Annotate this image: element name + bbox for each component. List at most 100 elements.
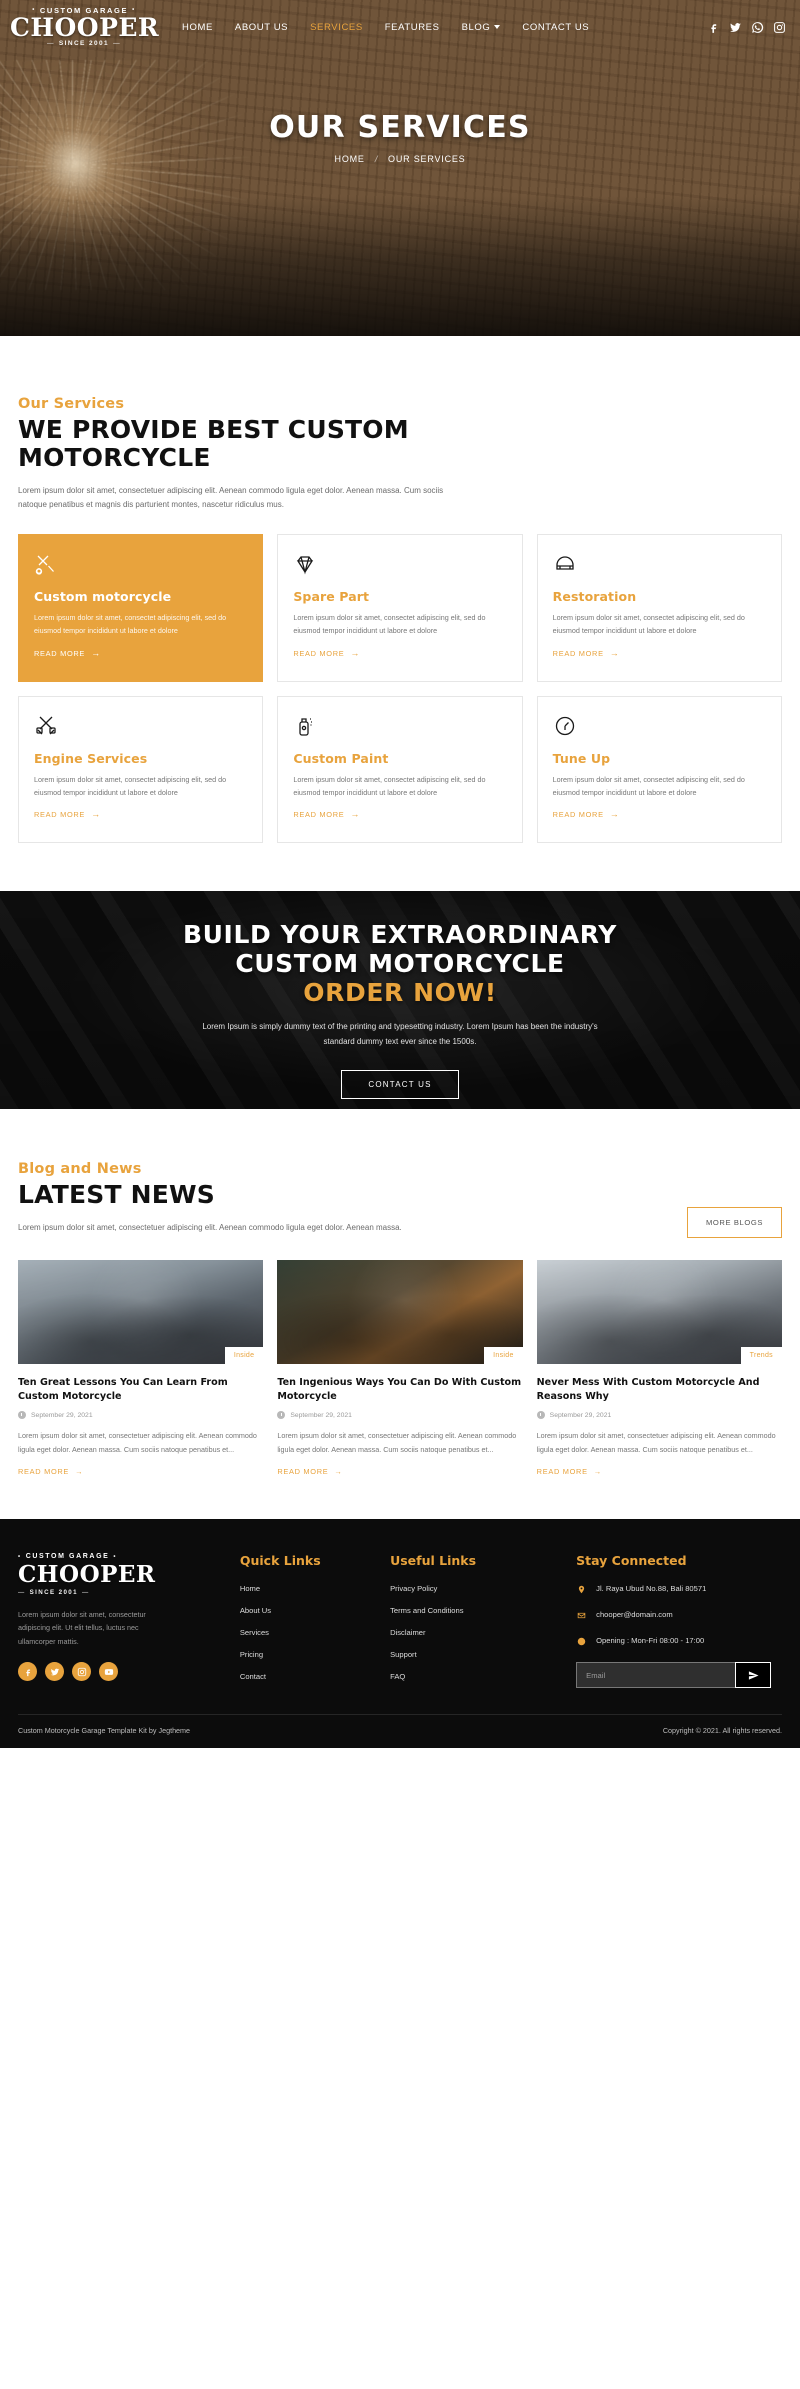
post-date: September 29, 2021 bbox=[549, 1411, 612, 1419]
service-title: Custom Paint bbox=[293, 750, 389, 766]
footer-bottom-bar: Custom Motorcycle Garage Template Kit by… bbox=[18, 1715, 782, 1748]
nav-item-features[interactable]: FEATURES bbox=[385, 22, 440, 33]
footer-copyright-text: Copyright © 2021. All rights reserved. bbox=[662, 1726, 782, 1736]
nav-item-blog[interactable]: BLOG bbox=[462, 22, 501, 33]
service-card-engine-services[interactable]: Engine Services Lorem ipsum dolor sit am… bbox=[18, 695, 264, 844]
footer-link-support[interactable]: Support bbox=[390, 1650, 560, 1659]
more-blogs-button[interactable]: MORE BLOGS bbox=[686, 1207, 782, 1239]
service-card-spare-part[interactable]: Spare Part Lorem ipsum dolor sit amet, c… bbox=[277, 534, 523, 682]
nav-item-home[interactable]: HOME bbox=[182, 22, 213, 33]
youtube-icon[interactable] bbox=[99, 1662, 118, 1682]
read-more-label: READ MORE bbox=[277, 1467, 329, 1477]
service-read-more-link[interactable]: READ MORE → bbox=[34, 648, 101, 658]
services-section: Our Services WE PROVIDE BEST CUSTOM MOTO… bbox=[0, 336, 800, 844]
footer-link-contact[interactable]: Contact bbox=[240, 1672, 374, 1681]
footer-hours-text: Opening : Mon-Fri 08:00 - 17:00 bbox=[596, 1636, 705, 1646]
nav-item-services[interactable]: SERVICES bbox=[310, 22, 363, 33]
footer-social-links bbox=[18, 1662, 224, 1682]
subscribe-submit-button[interactable] bbox=[735, 1662, 772, 1689]
footer-email-text: chooper@domain.com bbox=[596, 1610, 673, 1620]
clock-icon bbox=[277, 1411, 286, 1420]
facebook-icon[interactable] bbox=[707, 21, 720, 34]
post-title[interactable]: Never Mess With Custom Motorcycle And Re… bbox=[537, 1376, 782, 1403]
footer-link-services[interactable]: Services bbox=[240, 1628, 374, 1637]
post-excerpt: Lorem ipsum dolor sit amet, consectetuer… bbox=[277, 1431, 517, 1454]
whatsapp-icon[interactable] bbox=[751, 21, 764, 34]
footer-columns: CUSTOM GARAGE CHOOPER SINCE 2001 Lorem i… bbox=[18, 1553, 782, 1694]
service-text: Lorem ipsum dolor sit amet, consectet ad… bbox=[552, 613, 745, 636]
post-date: September 29, 2021 bbox=[31, 1411, 93, 1419]
footer-link-about-us[interactable]: About Us bbox=[240, 1606, 374, 1615]
service-read-more-link[interactable]: READ MORE → bbox=[34, 810, 101, 820]
footer-link-pricing[interactable]: Pricing bbox=[240, 1650, 374, 1659]
main-navbar: CUSTOM GARAGE CHOOPER SINCE 2001 HOME AB… bbox=[0, 0, 800, 54]
post-thumbnail[interactable]: Inside bbox=[18, 1260, 264, 1365]
hero-content: OUR SERVICES HOME / OUR SERVICES bbox=[0, 54, 800, 164]
footer-link-terms-and-conditions[interactable]: Terms and Conditions bbox=[390, 1606, 560, 1615]
post-title[interactable]: Ten Ingenious Ways You Can Do With Custo… bbox=[277, 1376, 522, 1403]
breadcrumb-current: OUR SERVICES bbox=[388, 154, 466, 164]
post-read-more-link[interactable]: READ MORE → bbox=[18, 1467, 83, 1476]
post-tag[interactable]: Trends bbox=[740, 1347, 782, 1365]
service-read-more-link[interactable]: READ MORE → bbox=[293, 810, 360, 820]
contact-us-button[interactable]: CONTACT US bbox=[341, 1069, 459, 1099]
post-meta: September 29, 2021 bbox=[277, 1411, 522, 1420]
services-eyebrow: Our Services bbox=[18, 396, 125, 412]
instagram-icon[interactable] bbox=[72, 1662, 91, 1682]
service-read-more-link[interactable]: READ MORE → bbox=[552, 810, 620, 820]
read-more-label: READ MORE bbox=[536, 1467, 588, 1477]
post-excerpt: Lorem ipsum dolor sit amet, consectetuer… bbox=[536, 1431, 776, 1454]
breadcrumb-separator: / bbox=[373, 154, 380, 164]
service-card-custom-paint[interactable]: Custom Paint Lorem ipsum dolor sit amet,… bbox=[277, 695, 523, 844]
footer-address: Jl. Raya Ubud No.88, Bali 80571 bbox=[576, 1584, 782, 1595]
breadcrumb-home[interactable]: HOME bbox=[335, 154, 365, 164]
service-text: Lorem ipsum dolor sit amet, consectet ad… bbox=[34, 774, 227, 797]
twitter-icon[interactable] bbox=[729, 21, 742, 34]
footer-link-privacy-policy[interactable]: Privacy Policy bbox=[390, 1584, 560, 1593]
news-post-card[interactable]: Inside Ten Great Lessons You Can Learn F… bbox=[18, 1260, 264, 1479]
nav-item-about-us[interactable]: ABOUT US bbox=[235, 22, 288, 33]
service-read-more-link[interactable]: READ MORE → bbox=[553, 648, 620, 658]
footer-link-disclaimer[interactable]: Disclaimer bbox=[390, 1628, 560, 1637]
read-more-label: READ MORE bbox=[552, 810, 604, 820]
logo-tagline-bottom: SINCE 2001 bbox=[18, 1589, 224, 1596]
post-thumbnail[interactable]: Inside bbox=[277, 1260, 523, 1365]
services-description: Lorem ipsum dolor sit amet, consectetuer… bbox=[18, 486, 444, 509]
post-read-more-link[interactable]: READ MORE → bbox=[277, 1467, 342, 1476]
service-read-more-link[interactable]: READ MORE → bbox=[293, 648, 360, 658]
footer-link-home[interactable]: Home bbox=[240, 1584, 374, 1593]
news-post-card[interactable]: Trends Never Mess With Custom Motorcycle… bbox=[536, 1260, 782, 1479]
email-input[interactable] bbox=[576, 1662, 736, 1689]
post-thumbnail[interactable]: Trends bbox=[536, 1260, 782, 1365]
footer-quick-links-column: Quick Links Home About Us Services Prici… bbox=[240, 1553, 374, 1694]
service-card-tune-up[interactable]: Tune Up Lorem ipsum dolor sit amet, cons… bbox=[536, 695, 782, 844]
arrow-right-icon: → bbox=[75, 1467, 84, 1477]
logo-wordmark: CHOOPER bbox=[10, 13, 160, 42]
footer-link-faq[interactable]: FAQ bbox=[390, 1672, 560, 1681]
footer-logo[interactable]: CUSTOM GARAGE CHOOPER SINCE 2001 bbox=[18, 1553, 224, 1596]
twitter-icon[interactable] bbox=[45, 1662, 64, 1682]
post-tag[interactable]: Inside bbox=[484, 1347, 523, 1365]
footer-useful-links-column: Useful Links Privacy Policy Terms and Co… bbox=[390, 1553, 560, 1694]
instagram-icon[interactable] bbox=[773, 21, 786, 34]
news-post-card[interactable]: Inside Ten Ingenious Ways You Can Do Wit… bbox=[277, 1260, 523, 1479]
service-text: Lorem ipsum dolor sit amet, consectet ad… bbox=[293, 613, 486, 636]
facebook-icon[interactable] bbox=[18, 1662, 37, 1682]
news-title: LATEST NEWS bbox=[18, 1180, 216, 1210]
cta-content: BUILD YOUR EXTRAORDINARY CUSTOM MOTORCYC… bbox=[0, 891, 800, 1099]
arrow-right-icon: → bbox=[593, 1467, 602, 1477]
service-text: Lorem ipsum dolor sit amet, consectet ad… bbox=[552, 774, 745, 797]
news-post-grid: Inside Ten Great Lessons You Can Learn F… bbox=[18, 1260, 782, 1479]
service-card-restoration[interactable]: Restoration Lorem ipsum dolor sit amet, … bbox=[536, 534, 782, 682]
post-tag[interactable]: Inside bbox=[224, 1347, 264, 1365]
post-title[interactable]: Ten Great Lessons You Can Learn From Cus… bbox=[18, 1376, 263, 1403]
nav-item-blog-label: BLOG bbox=[461, 21, 491, 33]
service-text: Lorem ipsum dolor sit amet, consectet ad… bbox=[293, 774, 486, 797]
service-card-custom-motorcycle[interactable]: Custom motorcycle Lorem ipsum dolor sit … bbox=[18, 534, 264, 682]
footer-credit-text: Custom Motorcycle Garage Template Kit by… bbox=[18, 1726, 191, 1736]
site-logo[interactable]: CUSTOM GARAGE CHOOPER SINCE 2001 bbox=[10, 6, 160, 48]
footer-email[interactable]: chooper@domain.com bbox=[576, 1610, 782, 1621]
post-read-more-link[interactable]: READ MORE → bbox=[537, 1467, 602, 1476]
nav-item-contact-us[interactable]: CONTACT US bbox=[522, 22, 589, 33]
nav-social-links bbox=[707, 21, 786, 34]
